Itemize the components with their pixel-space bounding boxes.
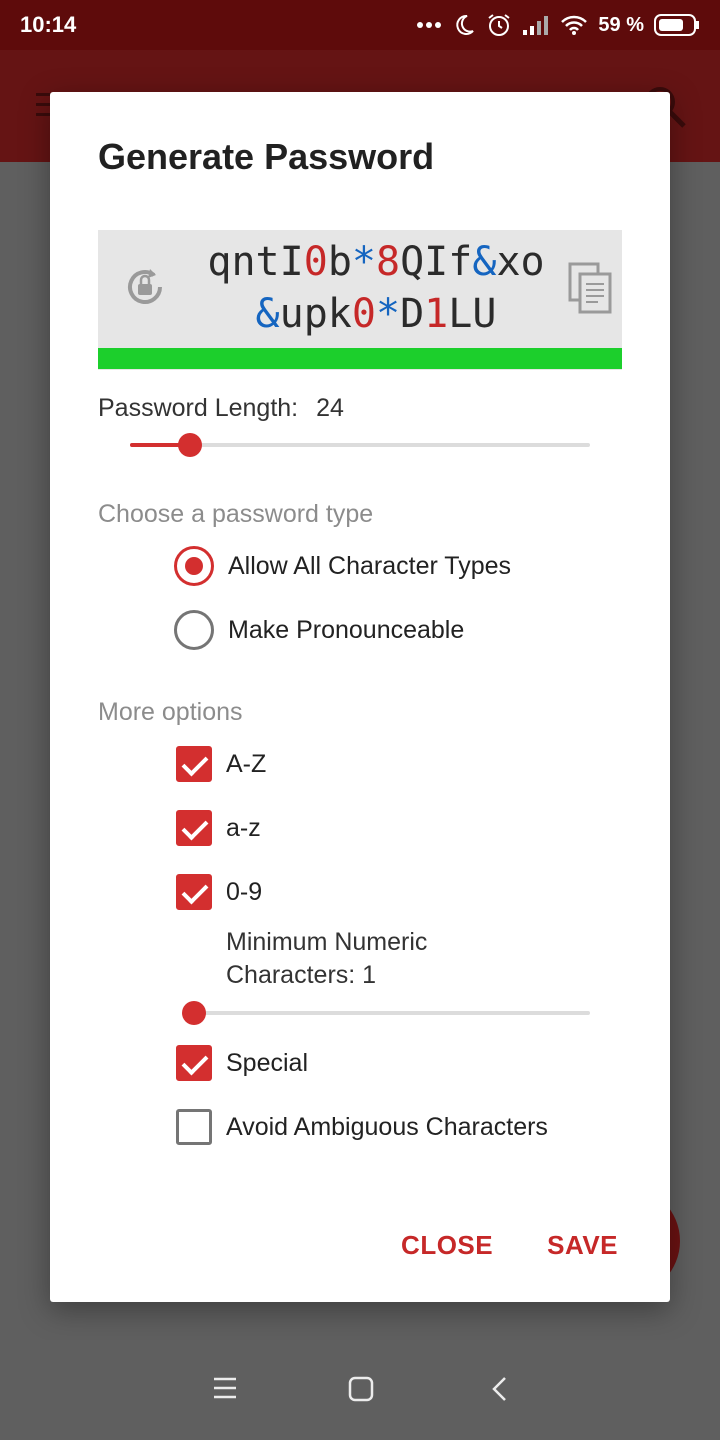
- checkbox-lower[interactable]: [176, 810, 212, 846]
- slider-thumb[interactable]: [182, 1001, 206, 1025]
- password-segment: &: [472, 239, 497, 285]
- checkbox-avoid-ambiguous[interactable]: [176, 1109, 212, 1145]
- password-segment: QIf: [400, 239, 473, 285]
- more-options-heading: More options: [98, 698, 243, 726]
- password-segment: b: [327, 239, 352, 285]
- checkbox-label-lower: a-z: [226, 813, 261, 842]
- copy-icon[interactable]: [568, 262, 612, 319]
- dialog-title: Generate Password: [98, 136, 435, 177]
- refresh-lock-icon[interactable]: [118, 260, 172, 319]
- radio-make-pronounceable[interactable]: Make Pronounceable: [174, 608, 464, 652]
- password-line-1: qntI0b*8QIf&xo: [186, 236, 566, 288]
- alarm-icon: [486, 12, 512, 38]
- do-not-disturb-moon-icon: [452, 13, 476, 37]
- password-type-heading: Choose a password type: [98, 500, 374, 528]
- min-numeric-label: Minimum Numeric Characters: 1: [226, 928, 428, 989]
- checkbox-row-ambiguous[interactable]: Avoid Ambiguous Characters: [174, 1105, 548, 1149]
- password-segment: 8: [376, 239, 401, 285]
- checkbox-label-upper: A-Z: [226, 749, 267, 778]
- home-square-icon[interactable]: [348, 1376, 374, 1407]
- system-nav-bar: [0, 1340, 720, 1440]
- password-segment: upk: [279, 291, 352, 337]
- generated-password: qntI0b*8QIf&xo &upk0*D1LU: [186, 236, 566, 340]
- password-segment: 0: [351, 291, 376, 337]
- password-line-2: &upk0*D1LU: [186, 288, 566, 340]
- checkbox-row-digits[interactable]: 0-9: [174, 870, 262, 914]
- close-button[interactable]: CLOSE: [401, 1230, 493, 1261]
- generate-password-dialog: Generate Password qntI0b*8QIf&xo &upk0*D…: [50, 92, 670, 1302]
- checkbox-digits[interactable]: [176, 874, 212, 910]
- battery-icon: [654, 13, 700, 37]
- password-segment: D: [400, 291, 425, 337]
- password-length-slider[interactable]: [130, 430, 590, 460]
- password-segment: xo: [496, 239, 545, 285]
- checkbox-special[interactable]: [176, 1045, 212, 1081]
- radio-allow-all-types[interactable]: Allow All Character Types: [174, 544, 511, 588]
- password-length-label: Password Length: 24: [98, 394, 344, 423]
- checkbox-row-special[interactable]: Special: [174, 1041, 308, 1085]
- password-length-text: Password Length:: [98, 394, 299, 422]
- radio-button-pronounceable[interactable]: [174, 610, 214, 650]
- checkbox-upper[interactable]: [176, 746, 212, 782]
- checkbox-label-ambiguous: Avoid Ambiguous Characters: [226, 1112, 548, 1141]
- wifi-icon: [560, 14, 588, 36]
- slider-track: [194, 1011, 590, 1015]
- password-segment: *: [375, 291, 401, 337]
- radio-label-allow-all: Allow All Character Types: [228, 551, 511, 580]
- slider-thumb[interactable]: [177, 433, 202, 457]
- password-segment: 0: [303, 239, 328, 285]
- radio-button-allow-all[interactable]: [174, 546, 214, 586]
- radio-label-pronounceable: Make Pronounceable: [228, 615, 465, 644]
- battery-percent: 59 %: [598, 13, 644, 36]
- password-segment: *: [351, 239, 376, 285]
- password-length-value: 24: [316, 394, 344, 422]
- save-button[interactable]: SAVE: [547, 1230, 618, 1261]
- status-time: 10:14: [20, 12, 77, 37]
- password-segment: 1: [424, 291, 449, 337]
- checkbox-label-special: Special: [226, 1048, 308, 1077]
- min-numeric-slider[interactable]: [182, 998, 590, 1028]
- password-strength-bar: [98, 348, 622, 369]
- dialog-actions: CLOSE SAVE: [401, 1230, 618, 1261]
- recents-menu-icon[interactable]: [213, 1376, 237, 1405]
- checkbox-label-digits: 0-9: [226, 877, 263, 906]
- password-segment: &: [255, 291, 280, 337]
- password-segment: LU: [448, 291, 497, 337]
- checkbox-row-lower[interactable]: a-z: [174, 806, 261, 850]
- checkbox-row-upper[interactable]: A-Z: [174, 742, 266, 786]
- signal-icon: [522, 14, 550, 36]
- status-bar: 10:14 59 %: [0, 0, 720, 50]
- password-segment: qntI: [207, 239, 304, 285]
- status-icons: 59 %: [416, 10, 700, 40]
- more-notifications-icon: [416, 21, 442, 29]
- back-chevron-icon[interactable]: [490, 1376, 510, 1407]
